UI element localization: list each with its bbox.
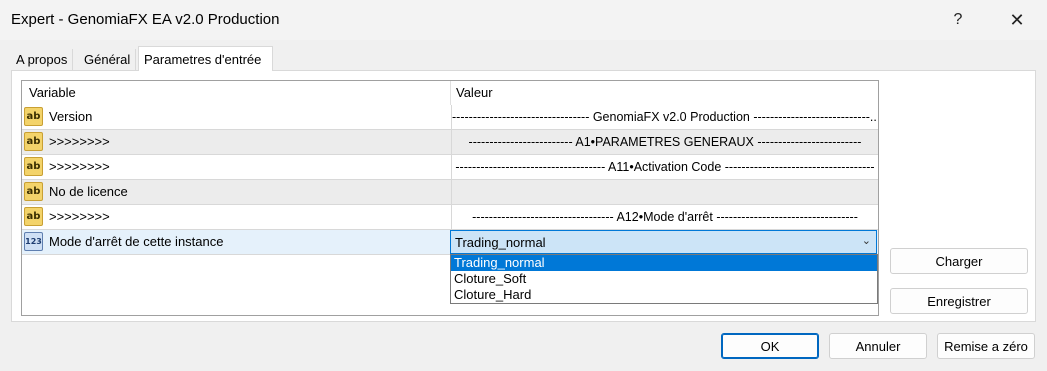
column-header-value[interactable]: Valeur [456, 85, 493, 100]
variable-name: >>>>>>>> [49, 159, 110, 174]
string-type-icon: ab [24, 207, 43, 226]
string-type-icon: ab [24, 157, 43, 176]
column-header-variable[interactable]: Variable [29, 85, 76, 100]
string-type-icon: ab [24, 182, 43, 201]
number-type-icon: 123 [24, 232, 43, 251]
cancel-button[interactable]: Annuler [829, 333, 927, 359]
variable-value[interactable]: --------------------------------- Genomi… [451, 105, 878, 129]
grid-header: Variable Valeur [22, 81, 878, 105]
close-button[interactable]: ✕ [994, 0, 1040, 40]
help-button[interactable]: ? [935, 0, 981, 40]
reset-button[interactable]: Remise a zéro [937, 333, 1035, 359]
variable-name: Mode d'arrêt de cette instance [49, 234, 224, 249]
column-separator[interactable] [450, 81, 451, 105]
variable-name: Version [49, 109, 93, 124]
variable-value[interactable]: ------------------------------------ A11… [451, 155, 878, 179]
variable-name: No de licence [49, 184, 128, 199]
close-icon: ✕ [1009, 9, 1025, 30]
ok-button[interactable]: OK [721, 333, 819, 359]
table-row[interactable]: ab Version -----------------------------… [22, 105, 878, 130]
help-icon: ? [953, 11, 963, 28]
variable-name: >>>>>>>> [49, 134, 110, 149]
option-cloture-hard[interactable]: Cloture_Hard [451, 287, 877, 303]
load-button[interactable]: Charger [890, 248, 1028, 274]
tab-a-propos[interactable]: A propos [11, 49, 74, 71]
option-cloture-soft[interactable]: Cloture_Soft [451, 271, 877, 287]
variable-value[interactable] [451, 180, 878, 204]
table-row[interactable]: ab >>>>>>>> ----------------------------… [22, 205, 878, 230]
save-button[interactable]: Enregistrer [890, 288, 1028, 314]
option-trading-normal[interactable]: Trading_normal [451, 255, 877, 271]
table-row[interactable]: ab >>>>>>>> ------------------------- A1… [22, 130, 878, 155]
table-row[interactable]: ab >>>>>>>> ----------------------------… [22, 155, 878, 180]
tab-parametres-entree[interactable]: Parametres d'entrée [138, 46, 273, 71]
variable-name: >>>>>>>> [49, 209, 110, 224]
variable-value[interactable]: ---------------------------------- A12•M… [451, 205, 878, 229]
window-title: Expert - GenomiaFX EA v2.0 Production [11, 11, 280, 28]
string-type-icon: ab [24, 132, 43, 151]
mode-options-list: Trading_normal Cloture_Soft Cloture_Hard [450, 254, 878, 304]
string-type-icon: ab [24, 107, 43, 126]
variable-value[interactable]: ------------------------- A1•PARAMETRES … [451, 130, 878, 154]
table-row[interactable]: ab No de licence [22, 180, 878, 205]
chevron-down-icon[interactable]: ⌄ [862, 234, 871, 247]
mode-select-value: Trading_normal [455, 235, 546, 250]
tab-general[interactable]: Général [79, 49, 137, 71]
mode-select[interactable]: Trading_normal ⌄ [450, 230, 877, 254]
title-bar: Expert - GenomiaFX EA v2.0 Production ? … [0, 0, 1047, 40]
